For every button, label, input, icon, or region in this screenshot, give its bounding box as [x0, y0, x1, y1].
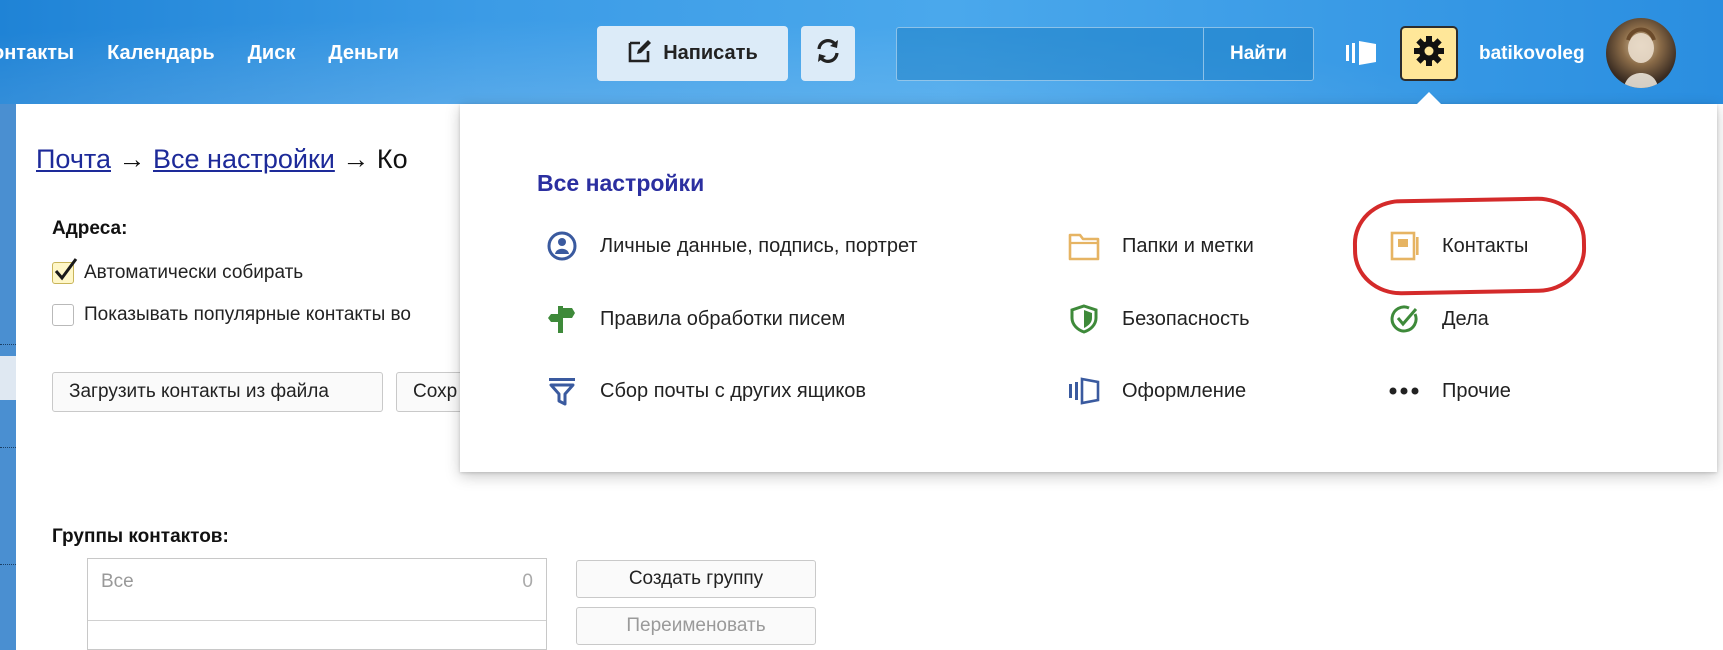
dropdown-notch [1416, 92, 1442, 105]
folder-icon [1068, 230, 1100, 262]
left-sidebar-strip [0, 104, 16, 650]
menu-item-personal-data[interactable]: Личные данные, подпись, портрет [546, 230, 918, 262]
contacts-icon [1388, 230, 1420, 262]
menu-item-mail-rules[interactable]: Правила обработки писем [546, 303, 845, 335]
check-circle-icon [1388, 303, 1420, 335]
breadcrumb-arrow: → [342, 144, 377, 174]
breadcrumb-mail-link[interactable]: Почта [36, 144, 111, 174]
nav-money-link[interactable]: Деньги [328, 42, 399, 65]
menu-item-label: Папки и метки [1122, 234, 1254, 257]
menu-item-label: Оформление [1122, 379, 1247, 402]
breadcrumb-all-settings-link[interactable]: Все настройки [153, 144, 335, 174]
menu-item-label: Дела [1442, 307, 1489, 330]
theme-icon [1068, 375, 1100, 407]
checkmark-icon [54, 258, 78, 281]
search-input[interactable] [897, 28, 1203, 80]
rename-group-button[interactable]: Переименовать [576, 607, 816, 645]
contact-groups-title: Группы контактов: [52, 526, 229, 547]
compose-label: Написать [663, 42, 758, 64]
nav-contacts-link[interactable]: онтакты [0, 42, 74, 65]
refresh-icon [814, 37, 842, 70]
top-header: онтакты Календарь Диск Деньги Написать Н… [0, 0, 1723, 104]
popular-contacts-checkbox[interactable] [52, 304, 74, 326]
upload-contacts-button[interactable]: Загрузить контакты из файла [52, 372, 383, 412]
funnel-icon [546, 375, 578, 407]
create-group-button[interactable]: Создать группу [576, 560, 816, 598]
gear-icon [1413, 35, 1445, 72]
contact-groups-list: Все 0 [87, 558, 547, 650]
menu-item-label: Личные данные, подпись, портрет [600, 234, 918, 257]
signpost-icon [546, 303, 578, 335]
nav-disk-link[interactable]: Диск [248, 42, 296, 65]
auto-collect-label: Автоматически собирать [84, 262, 304, 283]
menu-item-contacts[interactable]: Контакты [1388, 230, 1528, 262]
menu-item-security[interactable]: Безопасность [1068, 303, 1250, 335]
menu-item-label: Сбор почты с других ящиков [600, 379, 867, 402]
popular-contacts-label: Показывать популярные контакты во [84, 304, 411, 325]
search-button[interactable]: Найти [1203, 28, 1313, 80]
nav-calendar-link[interactable]: Календарь [107, 42, 215, 65]
group-name: Все [101, 571, 134, 592]
shield-icon [1068, 303, 1100, 335]
popular-contacts-row: Показывать популярные контакты во [52, 304, 411, 326]
dropdown-title[interactable]: Все настройки [537, 170, 704, 197]
more-dots-icon [1388, 375, 1420, 407]
compose-button[interactable]: Написать [597, 26, 788, 81]
group-count: 0 [522, 571, 533, 592]
menu-item-mail-collector[interactable]: Сбор почты с других ящиков [546, 375, 866, 407]
menu-item-other[interactable]: Прочие [1388, 375, 1511, 407]
search-box: Найти [896, 27, 1314, 81]
divider [0, 344, 16, 345]
avatar[interactable] [1606, 18, 1676, 88]
username[interactable]: batikovoleg [1479, 43, 1585, 65]
top-nav: онтакты Календарь Диск Деньги [0, 42, 399, 65]
auto-collect-checkbox[interactable] [52, 258, 78, 284]
divider [0, 447, 16, 448]
theme-icon[interactable] [1345, 40, 1379, 71]
menu-item-folders[interactable]: Папки и метки [1068, 230, 1254, 262]
addresses-title: Адреса: [52, 218, 128, 239]
menu-item-tasks[interactable]: Дела [1388, 303, 1489, 335]
menu-item-label: Правила обработки писем [600, 307, 846, 330]
list-item[interactable]: Все 0 [88, 559, 546, 621]
menu-item-appearance[interactable]: Оформление [1068, 375, 1246, 407]
settings-dropdown: Все настройки Личные данные, подпись, по… [460, 92, 1717, 472]
breadcrumb: Почта → Все настройки → Ко [36, 144, 408, 175]
refresh-button[interactable] [801, 26, 855, 81]
breadcrumb-current: Ко [376, 144, 408, 174]
divider [0, 564, 16, 565]
menu-item-label: Безопасность [1122, 307, 1250, 330]
auto-collect-row: Автоматически собирать [52, 258, 304, 284]
sidebar-highlight [0, 356, 16, 400]
compose-icon [627, 38, 653, 69]
menu-item-label: Контакты [1442, 234, 1529, 257]
menu-item-label: Прочие [1442, 379, 1511, 402]
settings-gear-button[interactable] [1400, 26, 1458, 81]
person-circle-icon [546, 230, 578, 262]
breadcrumb-arrow: → [118, 144, 154, 174]
